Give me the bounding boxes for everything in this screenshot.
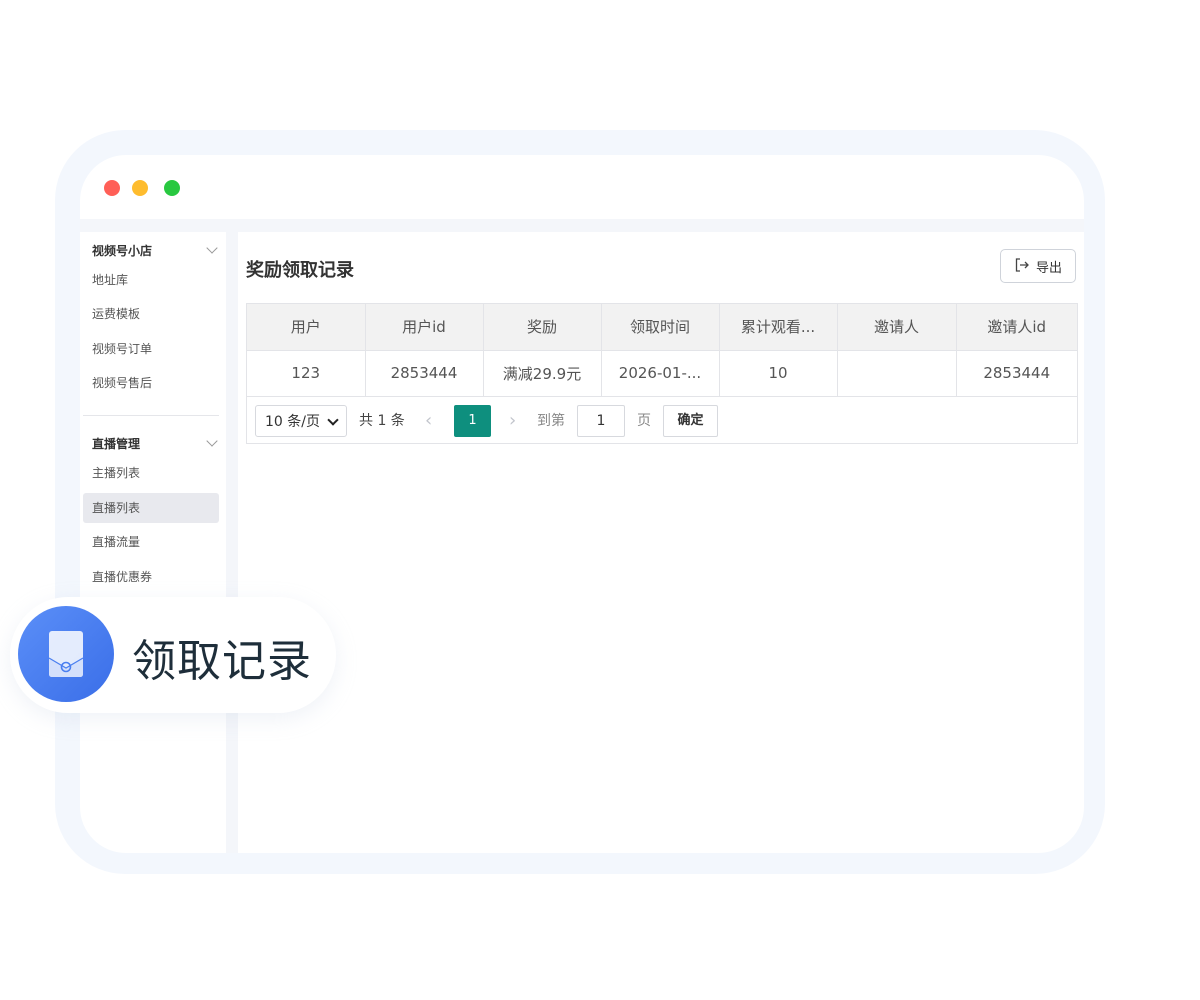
feature-badge-label: 领取记录 [132, 636, 312, 687]
title-bar [80, 155, 1084, 219]
sidebar-group-live-title[interactable]: 直播管理 [92, 435, 140, 452]
cell-user: 123 [247, 350, 366, 397]
sidebar-item-live-traffic[interactable]: 直播流量 [83, 527, 219, 557]
chevron-down-icon [327, 414, 339, 426]
sidebar-divider [83, 415, 219, 416]
export-label: 导出 [1035, 259, 1062, 275]
confirm-button[interactable]: 确定 [663, 405, 718, 437]
minimize-window-button[interactable] [132, 180, 148, 196]
cell-watch-total: 10 [719, 350, 838, 397]
page-size-select[interactable]: 10 条/页 [255, 405, 347, 437]
page-number-current[interactable]: 1 [454, 405, 491, 437]
sidebar-item-address-library[interactable]: 地址库 [83, 265, 219, 295]
column-header-watch-total: 累计观看... [719, 304, 838, 351]
column-header-user-id: 用户id [365, 304, 484, 351]
goto-page-input[interactable] [577, 405, 625, 437]
close-window-button[interactable] [104, 180, 120, 196]
sidebar-item-live-coupons[interactable]: 直播优惠券 [83, 562, 219, 592]
cell-inviter-id: 2853444 [956, 350, 1077, 397]
chevron-right-icon[interactable]: › [509, 405, 516, 437]
column-header-inviter-id: 邀请人id [956, 304, 1077, 351]
goto-label: 到第 [537, 413, 565, 429]
feature-badge: 领取记录 [10, 597, 336, 713]
table-row: 123 2853444 满减29.9元 2026-01-... 10 28534… [247, 350, 1077, 397]
export-button[interactable]: 导出 [1000, 249, 1076, 283]
sidebar-group-shop-title[interactable]: 视频号小店 [92, 242, 152, 259]
maximize-window-button[interactable] [164, 180, 180, 196]
sidebar-item-live-list[interactable]: 直播列表 [83, 493, 219, 523]
cell-inviter [837, 350, 957, 397]
page-unit-label: 页 [637, 413, 651, 429]
cell-reward: 满减29.9元 [483, 350, 602, 397]
column-header-inviter: 邀请人 [837, 304, 957, 351]
sidebar-item-anchor-list[interactable]: 主播列表 [83, 458, 219, 488]
main-content: 奖励领取记录 导出 用户 用户id 奖励 领取时间 累计观看... 邀请人 邀请… [238, 232, 1084, 853]
app-window: 视频号小店 地址库 运费模板 视频号订单 视频号售后 直播管理 主播列表 直播列… [80, 155, 1084, 853]
chevron-down-icon[interactable] [206, 435, 218, 447]
chevron-left-icon[interactable]: ‹ [425, 405, 432, 437]
page-size-value: 10 条/页 [265, 414, 320, 430]
total-count: 共 1 条 [359, 413, 405, 429]
column-header-reward: 奖励 [483, 304, 602, 351]
page-title: 奖励领取记录 [246, 260, 354, 281]
export-icon [1014, 257, 1030, 276]
sidebar-item-channel-aftersale[interactable]: 视频号售后 [83, 368, 219, 398]
pagination: 10 条/页 共 1 条 ‹ 1 › 到第 页 确定 [247, 405, 1077, 437]
table-header-row: 用户 用户id 奖励 领取时间 累计观看... 邀请人 邀请人id [247, 304, 1077, 351]
envelope-icon [18, 606, 114, 702]
sidebar-item-channel-orders[interactable]: 视频号订单 [83, 334, 219, 364]
column-header-claim-time: 领取时间 [601, 304, 720, 351]
column-header-user: 用户 [247, 304, 366, 351]
cell-claim-time: 2026-01-... [601, 350, 720, 397]
sidebar: 视频号小店 地址库 运费模板 视频号订单 视频号售后 直播管理 主播列表 直播列… [80, 232, 226, 853]
chevron-down-icon[interactable] [206, 242, 218, 254]
cell-user-id: 2853444 [365, 350, 484, 397]
sidebar-item-shipping-template[interactable]: 运费模板 [83, 299, 219, 329]
